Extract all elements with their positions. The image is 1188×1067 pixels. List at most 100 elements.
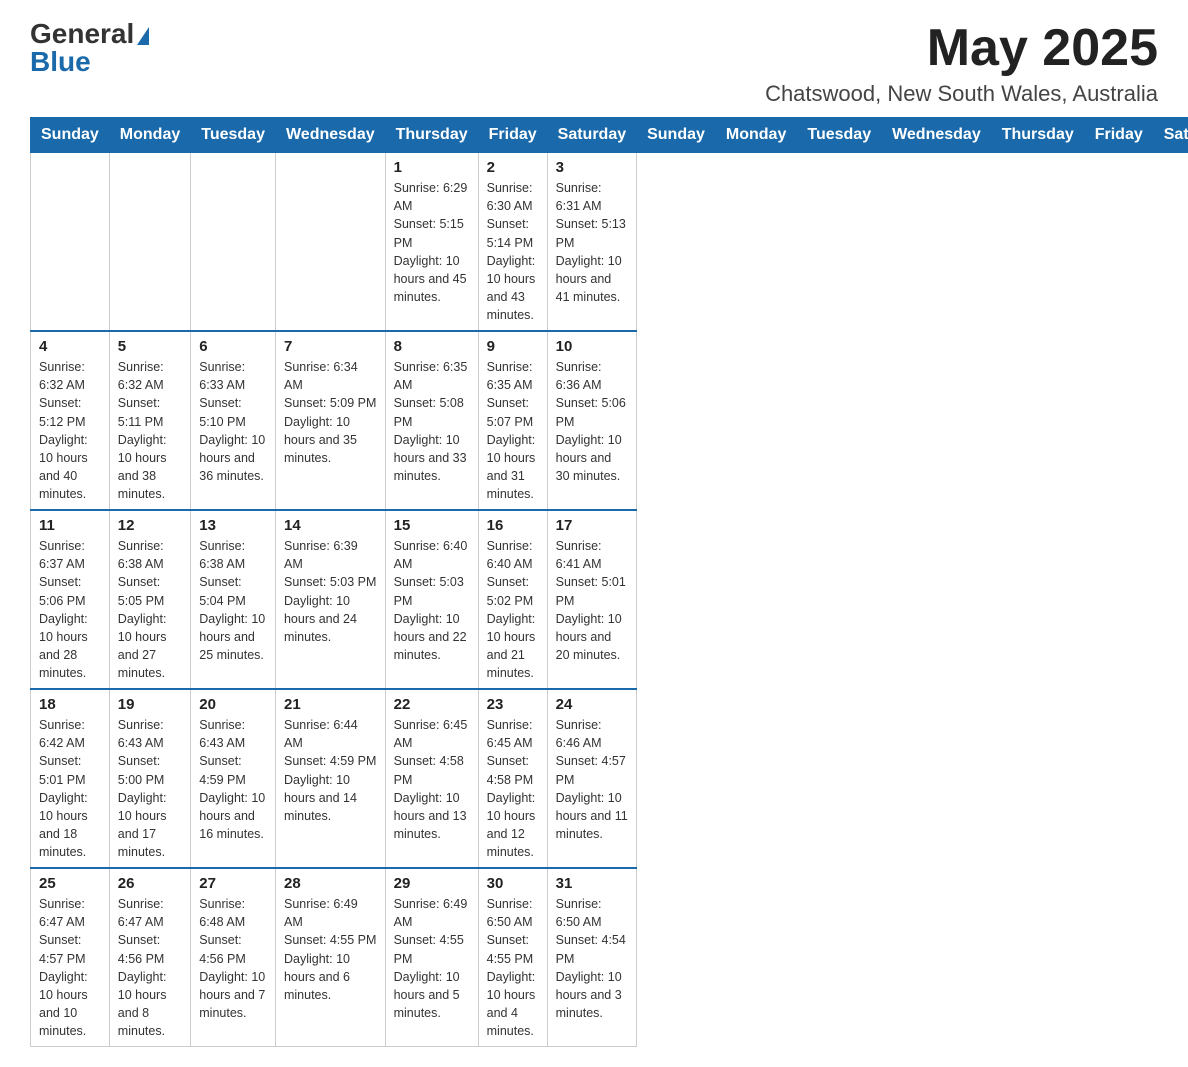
day-number: 30 [487, 875, 539, 892]
logo: General Blue [30, 20, 149, 76]
calendar-cell [191, 153, 276, 332]
day-number: 4 [39, 338, 101, 355]
location-subtitle: Chatswood, New South Wales, Australia [765, 81, 1158, 107]
day-number: 9 [487, 338, 539, 355]
day-info: Sunrise: 6:36 AM Sunset: 5:06 PM Dayligh… [556, 358, 628, 485]
day-number: 6 [199, 338, 267, 355]
day-number: 5 [118, 338, 182, 355]
calendar-cell: 14 Sunrise: 6:39 AM Sunset: 5:03 PM Dayli… [275, 510, 385, 689]
day-info: Sunrise: 6:46 AM Sunset: 4:57 PM Dayligh… [556, 716, 628, 843]
calendar-cell: 30 Sunrise: 6:50 AM Sunset: 4:55 PM Dayli… [478, 868, 547, 1047]
day-info: Sunrise: 6:43 AM Sunset: 5:00 PM Dayligh… [118, 716, 182, 861]
week-row-2: 4Sunrise: 6:32 AM Sunset: 5:12 PM Daylig… [31, 331, 1188, 510]
day-info: Sunrise: 6:29 AM Sunset: 5:15 PM Dayligh… [394, 179, 470, 306]
day-info: Sunrise: 6:47 AM Sunset: 4:56 PM Dayligh… [118, 895, 182, 1040]
calendar-cell: 12 Sunrise: 6:38 AM Sunset: 5:05 PM Dayli… [109, 510, 190, 689]
day-info: Sunrise: 6:42 AM Sunset: 5:01 PM Dayligh… [39, 716, 101, 861]
day-number: 1 [394, 159, 470, 176]
day-number: 26 [118, 875, 182, 892]
calendar-cell: 20 Sunrise: 6:43 AM Sunset: 4:59 PM Dayli… [191, 689, 276, 868]
day-info: Sunrise: 6:35 AM Sunset: 5:07 PM Dayligh… [487, 358, 539, 503]
col-header-wednesday: Wednesday [275, 118, 385, 153]
day-info: Sunrise: 6:30 AM Sunset: 5:14 PM Dayligh… [487, 179, 539, 324]
day-info: Sunrise: 6:40 AM Sunset: 5:03 PM Dayligh… [394, 537, 470, 664]
col-header-friday: Friday [1084, 118, 1153, 153]
day-number: 2 [487, 159, 539, 176]
day-number: 29 [394, 875, 470, 892]
calendar-cell: 19Sunrise: 6:43 AM Sunset: 5:00 PM Dayli… [109, 689, 190, 868]
day-number: 10 [556, 338, 628, 355]
day-number: 20 [199, 696, 267, 713]
day-number: 14 [284, 517, 377, 534]
calendar-cell: 4Sunrise: 6:32 AM Sunset: 5:12 PM Daylig… [31, 331, 110, 510]
month-year-title: May 2025 [765, 20, 1158, 77]
day-info: Sunrise: 6:49 AM Sunset: 4:55 PM Dayligh… [284, 895, 377, 1004]
col-header-thursday: Thursday [991, 118, 1084, 153]
calendar-cell [275, 153, 385, 332]
day-number: 8 [394, 338, 470, 355]
calendar-cell: 9 Sunrise: 6:35 AM Sunset: 5:07 PM Daylig… [478, 331, 547, 510]
day-number: 25 [39, 875, 101, 892]
day-number: 7 [284, 338, 377, 355]
day-info: Sunrise: 6:43 AM Sunset: 4:59 PM Dayligh… [199, 716, 267, 843]
day-number: 13 [199, 517, 267, 534]
calendar-cell: 31Sunrise: 6:50 AM Sunset: 4:54 PM Dayli… [547, 868, 636, 1047]
day-info: Sunrise: 6:44 AM Sunset: 4:59 PM Dayligh… [284, 716, 377, 825]
page-header: General Blue May 2025 Chatswood, New Sou… [30, 20, 1158, 107]
day-number: 31 [556, 875, 628, 892]
day-number: 27 [199, 875, 267, 892]
logo-general-text: General [30, 18, 134, 49]
calendar-cell: 21 Sunrise: 6:44 AM Sunset: 4:59 PM Dayli… [275, 689, 385, 868]
calendar-cell [109, 153, 190, 332]
col-header-sunday: Sunday [637, 118, 716, 153]
day-info: Sunrise: 6:35 AM Sunset: 5:08 PM Dayligh… [394, 358, 470, 485]
logo-blue-text: Blue [30, 46, 91, 77]
day-number: 17 [556, 517, 628, 534]
calendar-cell: 13 Sunrise: 6:38 AM Sunset: 5:04 PM Dayli… [191, 510, 276, 689]
calendar-cell: 11Sunrise: 6:37 AM Sunset: 5:06 PM Dayli… [31, 510, 110, 689]
day-number: 21 [284, 696, 377, 713]
week-row-1: 1 Sunrise: 6:29 AM Sunset: 5:15 PM Daylig… [31, 153, 1188, 332]
day-info: Sunrise: 6:45 AM Sunset: 4:58 PM Dayligh… [487, 716, 539, 861]
day-info: Sunrise: 6:39 AM Sunset: 5:03 PM Dayligh… [284, 537, 377, 646]
col-header-saturday: Saturday [1153, 118, 1188, 153]
calendar-cell: 2 Sunrise: 6:30 AM Sunset: 5:14 PM Daylig… [478, 153, 547, 332]
day-info: Sunrise: 6:50 AM Sunset: 4:55 PM Dayligh… [487, 895, 539, 1040]
col-header-monday: Monday [109, 118, 190, 153]
calendar-cell [31, 153, 110, 332]
week-row-5: 25 Sunrise: 6:47 AM Sunset: 4:57 PM Dayli… [31, 868, 1188, 1047]
week-row-3: 11Sunrise: 6:37 AM Sunset: 5:06 PM Dayli… [31, 510, 1188, 689]
calendar-cell: 3Sunrise: 6:31 AM Sunset: 5:13 PM Daylig… [547, 153, 636, 332]
day-info: Sunrise: 6:49 AM Sunset: 4:55 PM Dayligh… [394, 895, 470, 1022]
col-header-saturday: Saturday [547, 118, 636, 153]
calendar-cell: 23Sunrise: 6:45 AM Sunset: 4:58 PM Dayli… [478, 689, 547, 868]
day-info: Sunrise: 6:47 AM Sunset: 4:57 PM Dayligh… [39, 895, 101, 1040]
col-header-wednesday: Wednesday [882, 118, 992, 153]
calendar-cell: 15Sunrise: 6:40 AM Sunset: 5:03 PM Dayli… [385, 510, 478, 689]
day-info: Sunrise: 6:33 AM Sunset: 5:10 PM Dayligh… [199, 358, 267, 485]
day-info: Sunrise: 6:48 AM Sunset: 4:56 PM Dayligh… [199, 895, 267, 1022]
day-info: Sunrise: 6:38 AM Sunset: 5:04 PM Dayligh… [199, 537, 267, 664]
calendar-cell: 8 Sunrise: 6:35 AM Sunset: 5:08 PM Daylig… [385, 331, 478, 510]
calendar-cell: 10 Sunrise: 6:36 AM Sunset: 5:06 PM Dayli… [547, 331, 636, 510]
calendar-cell: 5Sunrise: 6:32 AM Sunset: 5:11 PM Daylig… [109, 331, 190, 510]
col-header-tuesday: Tuesday [191, 118, 276, 153]
week-row-4: 18 Sunrise: 6:42 AM Sunset: 5:01 PM Dayli… [31, 689, 1188, 868]
calendar-cell: 25 Sunrise: 6:47 AM Sunset: 4:57 PM Dayli… [31, 868, 110, 1047]
calendar-cell: 7Sunrise: 6:34 AM Sunset: 5:09 PM Daylig… [275, 331, 385, 510]
day-number: 11 [39, 517, 101, 534]
day-number: 28 [284, 875, 377, 892]
day-number: 12 [118, 517, 182, 534]
col-header-sunday: Sunday [31, 118, 110, 153]
calendar-cell: 6 Sunrise: 6:33 AM Sunset: 5:10 PM Daylig… [191, 331, 276, 510]
calendar-cell: 26 Sunrise: 6:47 AM Sunset: 4:56 PM Dayli… [109, 868, 190, 1047]
col-header-monday: Monday [715, 118, 796, 153]
day-info: Sunrise: 6:45 AM Sunset: 4:58 PM Dayligh… [394, 716, 470, 843]
calendar-cell: 29 Sunrise: 6:49 AM Sunset: 4:55 PM Dayli… [385, 868, 478, 1047]
day-number: 18 [39, 696, 101, 713]
col-header-friday: Friday [478, 118, 547, 153]
calendar-header-row: SundayMondayTuesdayWednesdayThursdayFrid… [31, 118, 1188, 153]
day-info: Sunrise: 6:31 AM Sunset: 5:13 PM Dayligh… [556, 179, 628, 306]
calendar-cell: 22Sunrise: 6:45 AM Sunset: 4:58 PM Dayli… [385, 689, 478, 868]
day-info: Sunrise: 6:38 AM Sunset: 5:05 PM Dayligh… [118, 537, 182, 682]
